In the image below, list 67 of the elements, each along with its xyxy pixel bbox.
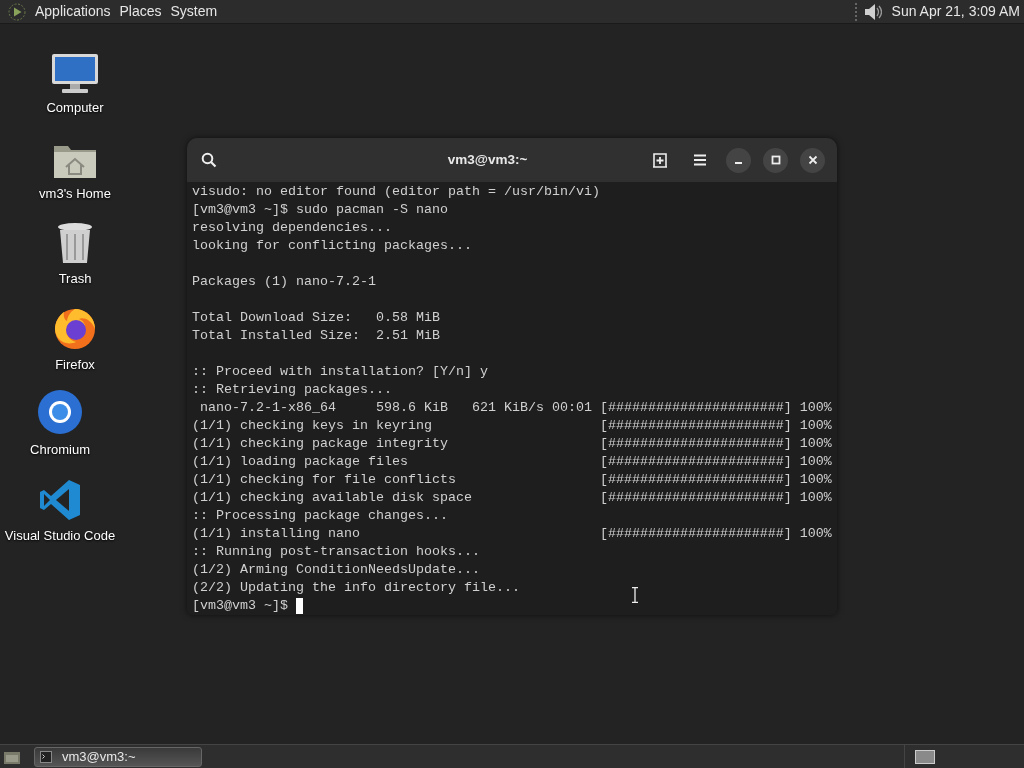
terminal-line: visudo: no editor found (editor path = /usr/bin/vi) <box>192 183 600 201</box>
desktop-icon-label[interactable]: Visual Studio Code <box>4 525 116 545</box>
terminal-line: Total Installed Size: 2.51 MiB <box>192 327 440 345</box>
computer-icon[interactable] <box>50 52 100 94</box>
new-tab-icon <box>652 152 668 168</box>
maximize-button[interactable] <box>763 147 788 173</box>
menu-icon <box>693 154 707 166</box>
terminal-line: :: Retrieving packages... <box>192 381 392 399</box>
desktop-icon-label[interactable]: Computer <box>46 98 104 118</box>
menu-item[interactable]: Places <box>119 1 162 22</box>
progress-bar-text: [######################] <box>599 489 792 507</box>
terminal-line: [vm3@vm3 ~]$ sudo pacman -S nano <box>192 201 448 219</box>
volume-icon[interactable] <box>863 1 882 22</box>
search-button[interactable] <box>199 150 219 170</box>
progress-bar-text: [######################] <box>599 399 792 417</box>
progress-percent: 100% <box>799 489 832 507</box>
terminal-line: (2/2) Updating the info directory file... <box>192 579 520 597</box>
workspace-button[interactable] <box>915 749 935 764</box>
text-cursor <box>295 598 303 614</box>
terminal-line: resolving dependencies... <box>192 219 392 237</box>
progress-bar-text: [######################] <box>599 417 792 435</box>
progress-bar-text: [######################] <box>599 453 792 471</box>
menu-item[interactable]: Applications <box>35 1 111 22</box>
terminal-line: looking for conflicting packages... <box>192 237 472 255</box>
terminal-line: (1/2) Arming ConditionNeedsUpdate... <box>192 561 480 579</box>
minimize-icon <box>735 162 742 164</box>
terminal-line: (1/1) installing nano <box>192 525 361 543</box>
close-button[interactable] <box>800 147 825 173</box>
progress-bar-text: [######################] <box>599 471 792 489</box>
progress-bar-text: [######################] <box>599 525 792 543</box>
trash-icon[interactable] <box>55 221 95 265</box>
terminal-line: (1/1) checking package integrity <box>192 435 449 453</box>
terminal-line: (1/1) checking available disk space <box>192 489 473 507</box>
shell-prompt: [vm3@vm3 ~]$ <box>192 597 288 615</box>
terminal-line: nano-7.2-1-x86_64 598.6 KiB 621 KiB/s 00:01 <box>199 399 593 417</box>
progress-percent: 100% <box>799 453 832 471</box>
window-title: vm3@vm3:~ <box>446 150 529 169</box>
panel-handle <box>854 2 858 21</box>
progress-percent: 100% <box>799 399 832 417</box>
progress-percent: 100% <box>799 417 832 435</box>
code-editor-icon[interactable] <box>38 477 82 522</box>
menu-item[interactable]: System <box>170 1 218 22</box>
taskbar-button[interactable]: vm3@vm3:~ <box>34 746 202 767</box>
maximize-icon <box>770 155 781 165</box>
terminal-line: (1/1) checking keys in keyring <box>192 417 433 435</box>
search-icon <box>201 152 217 168</box>
clock[interactable]: Sun Apr 21, 3:09 AM <box>891 1 1020 22</box>
progress-bar-text: [######################] <box>599 435 792 453</box>
close-icon <box>807 155 818 165</box>
terminal-line: (1/1) loading package files <box>192 453 409 471</box>
terminal-line: Total Download Size: 0.58 MiB <box>192 309 440 327</box>
desktop-icon-label[interactable]: Firefox <box>55 354 95 374</box>
terminal-line: Packages (1) nano-7.2-1 <box>192 273 376 291</box>
progress-percent: 100% <box>799 471 832 489</box>
desktop-icon-label[interactable]: Trash <box>58 269 92 289</box>
desktop-icon-label[interactable]: Chromium <box>30 440 90 460</box>
progress-percent: 100% <box>799 525 832 543</box>
text-cursor-icon <box>631 587 639 603</box>
terminal-line: :: Processing package changes... <box>192 507 448 525</box>
menu-logo-icon[interactable] <box>8 2 26 21</box>
terminal-line: :: Running post-transaction hooks... <box>192 543 480 561</box>
terminal-line: :: Proceed with installation? [Y/n] y <box>192 363 488 381</box>
minimize-button[interactable] <box>726 147 751 173</box>
terminal-line: (1/1) checking for file conflicts <box>192 471 457 489</box>
progress-percent: 100% <box>799 435 832 453</box>
desktop-icon-label[interactable]: vm3's Home <box>39 183 111 203</box>
terminal-icon <box>40 750 52 763</box>
